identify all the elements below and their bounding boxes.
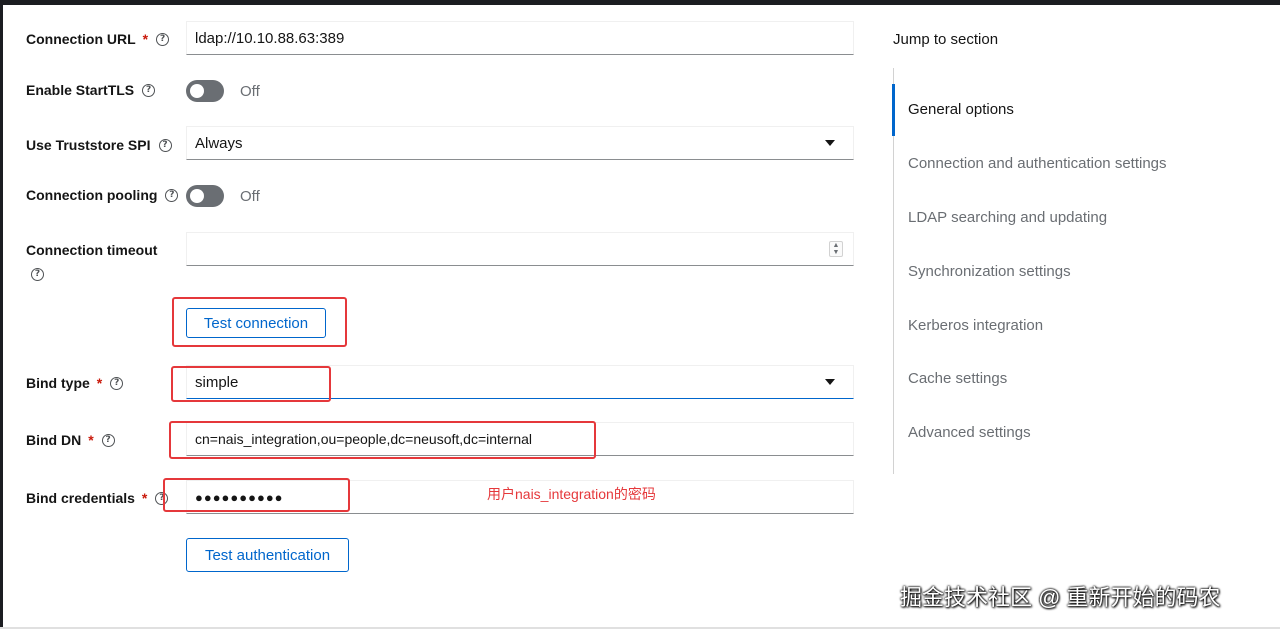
required-marker: * bbox=[142, 31, 149, 47]
connection-pooling-state: Off bbox=[240, 188, 260, 205]
enable-starttls-state: Off bbox=[240, 83, 260, 100]
number-spinner-icon[interactable]: ▲ ▼ bbox=[829, 241, 843, 257]
toggle-knob bbox=[190, 84, 204, 98]
use-truststore-spi-select[interactable]: Always bbox=[186, 126, 854, 160]
help-icon[interactable]: ? bbox=[156, 32, 170, 46]
highlight-box-bind-type bbox=[171, 366, 331, 402]
left-window-edge bbox=[0, 0, 3, 629]
required-marker: * bbox=[96, 375, 103, 391]
top-window-bar bbox=[0, 0, 1280, 5]
jump-nav-kerberos[interactable]: Kerberos integration bbox=[908, 317, 1043, 334]
caret-down-icon bbox=[825, 140, 835, 146]
caret-down-icon bbox=[825, 379, 835, 385]
required-marker: * bbox=[141, 490, 148, 506]
required-marker: * bbox=[88, 432, 94, 448]
jump-nav-synchronization[interactable]: Synchronization settings bbox=[908, 263, 1071, 280]
enable-starttls-toggle[interactable] bbox=[186, 80, 224, 102]
jump-nav-cache[interactable]: Cache settings bbox=[908, 370, 1007, 387]
connection-pooling-toggle[interactable] bbox=[186, 185, 224, 207]
connection-timeout-label: Connection timeout bbox=[26, 242, 158, 258]
bind-type-label: Bind type * ? bbox=[26, 375, 124, 391]
jump-nav-advanced[interactable]: Advanced settings bbox=[908, 424, 1031, 441]
watermark-text: 掘金技术社区 @ 重新开始的码农 bbox=[900, 585, 1221, 610]
help-icon[interactable]: ? bbox=[110, 376, 124, 390]
jump-nav-connection-auth[interactable]: Connection and authentication settings bbox=[908, 155, 1167, 172]
enable-starttls-label: Enable StartTLS ? bbox=[26, 82, 156, 98]
highlight-box-bind-dn bbox=[169, 421, 596, 459]
jump-nav-general-options[interactable]: General options bbox=[908, 101, 1014, 118]
jump-nav-ldap-searching[interactable]: LDAP searching and updating bbox=[908, 209, 1107, 226]
use-truststore-spi-label: Use Truststore SPI ? bbox=[26, 137, 172, 153]
jump-to-section-title: Jump to section bbox=[893, 31, 999, 48]
bind-credentials-label: Bind credentials * ? bbox=[26, 490, 169, 506]
help-icon[interactable]: ? bbox=[101, 433, 115, 447]
help-icon[interactable]: ? bbox=[31, 268, 44, 281]
highlight-box-bind-credentials bbox=[163, 478, 350, 512]
bind-dn-label: Bind DN * ? bbox=[26, 432, 115, 448]
toggle-knob bbox=[190, 189, 204, 203]
help-icon[interactable]: ? bbox=[158, 138, 172, 152]
highlight-box-test-connection bbox=[172, 297, 347, 347]
connection-timeout-input[interactable]: ▲ ▼ bbox=[186, 232, 854, 266]
connection-url-label: Connection URL * ? bbox=[26, 31, 170, 47]
connection-url-input[interactable]: ldap://10.10.88.63:389 bbox=[186, 21, 854, 55]
connection-pooling-label: Connection pooling ? bbox=[26, 187, 179, 203]
test-authentication-button[interactable]: Test authentication bbox=[186, 538, 349, 572]
password-annotation: 用户nais_integration的密码 bbox=[487, 486, 656, 502]
jump-nav-active-indicator bbox=[892, 84, 895, 136]
help-icon[interactable]: ? bbox=[142, 83, 156, 97]
help-icon[interactable]: ? bbox=[165, 188, 179, 202]
